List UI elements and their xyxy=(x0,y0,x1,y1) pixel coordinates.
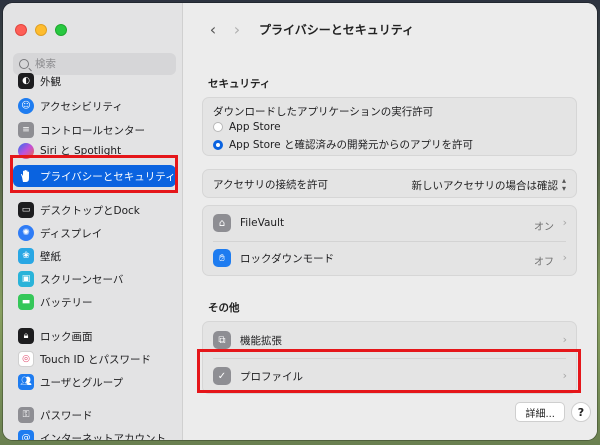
chevron-right-icon: › xyxy=(562,216,567,229)
sidebar-item-label: 外観 xyxy=(40,75,61,88)
sidebar-item-label: コントロールセンター xyxy=(40,124,145,137)
sidebar-item-accessibility[interactable]: ☺ アクセシビリティ xyxy=(13,95,176,117)
other-heading: その他 xyxy=(208,302,240,314)
sidebar-item-appearance[interactable]: ◐ 外観 xyxy=(13,70,176,92)
filevault-row[interactable]: ⌂ FileVault xyxy=(203,214,576,232)
back-button[interactable]: ‹ xyxy=(201,20,225,39)
sidebar: ◐ 外観 ☺ アクセシビリティ ≡ コントロールセンター Siri と Spot… xyxy=(3,3,183,440)
window-controls xyxy=(15,24,67,36)
divider xyxy=(213,358,566,359)
sidebar-item-internet-accounts[interactable]: @ インターネットアカウント xyxy=(13,427,176,440)
filevault-status: オン xyxy=(534,222,554,233)
security-heading: セキュリティ xyxy=(208,78,271,90)
sidebar-item-label: Touch ID とパスワード xyxy=(40,353,151,366)
sidebar-item-wallpaper[interactable]: ❀ 壁紙 xyxy=(13,245,176,267)
lockdown-status: オフ xyxy=(534,257,554,268)
display-icon: ✺ xyxy=(18,225,34,241)
battery-icon: ▬ xyxy=(18,294,34,310)
page-title: プライバシーとセキュリティ xyxy=(259,22,415,37)
search-icon xyxy=(19,59,29,69)
accessory-popup[interactable]: 新しいアクセサリの場合は確認 ▴ ▾ xyxy=(412,177,567,193)
sidebar-item-screensaver[interactable]: ▣ スクリーンセーバ xyxy=(13,268,176,290)
chevron-right-icon: › xyxy=(562,369,567,382)
lockdown-row[interactable]: ✋︎ ロックダウンモード xyxy=(203,249,576,267)
filevault-icon: ⌂ xyxy=(213,214,231,232)
sidebar-item-label: ディスプレイ xyxy=(40,227,103,240)
sidebar-item-control-center[interactable]: ≡ コントロールセンター xyxy=(13,119,176,141)
radio-label: App Store xyxy=(229,121,281,133)
privacy-hand-icon xyxy=(18,168,34,184)
main-pane: ‹ › プライバシーとセキュリティ セキュリティ ダウンロードしたアプリケーショ… xyxy=(183,3,597,440)
sidebar-item-label: インターネットアカウント xyxy=(40,432,166,441)
users-icon: 👥︎ xyxy=(18,374,34,390)
sidebar-item-desktop-dock[interactable]: ▭ デスクトップとDock xyxy=(13,199,176,221)
siri-icon xyxy=(18,143,34,159)
chevron-right-icon: › xyxy=(562,251,567,264)
filevault-lockdown-group: ⌂ FileVault オン › ✋︎ ロックダウンモード オフ › xyxy=(202,205,577,276)
accessory-group: アクセサリの接続を許可 新しいアクセサリの場合は確認 ▴ ▾ xyxy=(202,169,577,198)
lockdown-label: ロックダウンモード xyxy=(240,252,335,265)
profiles-checkmark-icon: ✓ xyxy=(213,367,231,385)
chevron-right-icon: › xyxy=(562,333,567,346)
minimize-window-button[interactable] xyxy=(35,24,47,36)
forward-button[interactable]: › xyxy=(225,20,249,39)
sidebar-item-lock-screen[interactable]: 🔒︎ ロック画面 xyxy=(13,325,176,347)
filevault-label: FileVault xyxy=(240,217,285,229)
sidebar-item-privacy-security[interactable]: プライバシーとセキュリティ xyxy=(13,165,176,187)
help-button[interactable]: ? xyxy=(571,402,591,422)
sidebar-item-displays[interactable]: ✺ ディスプレイ xyxy=(13,222,176,244)
sidebar-item-label: バッテリー xyxy=(40,296,93,309)
sidebar-item-touch-id[interactable]: ◎ Touch ID とパスワード xyxy=(13,348,176,370)
control-center-icon: ≡ xyxy=(18,122,34,138)
details-button[interactable]: 詳細... xyxy=(515,402,565,422)
sidebar-item-label: 壁紙 xyxy=(40,250,61,263)
profiles-row[interactable]: ✓ プロファイル xyxy=(203,367,576,385)
close-window-button[interactable] xyxy=(15,24,27,36)
desktop-dock-icon: ▭ xyxy=(18,202,34,218)
sidebar-item-label: スクリーンセーバ xyxy=(40,273,124,286)
sidebar-item-users-groups[interactable]: 👥︎ ユーザとグループ xyxy=(13,371,176,393)
sidebar-item-label: プライバシーとセキュリティ xyxy=(40,170,176,183)
sidebar-item-label: Siri と Spotlight xyxy=(40,145,122,157)
extensions-label: 機能拡張 xyxy=(240,334,282,347)
sidebar-item-label: ユーザとグループ xyxy=(40,376,124,389)
download-permission-label: ダウンロードしたアプリケーションの実行許可 xyxy=(213,106,434,118)
extensions-icon: ⧉ xyxy=(213,331,231,349)
key-icon: ⚿ xyxy=(18,407,34,423)
updown-chevron-icon: ▴ ▾ xyxy=(561,176,566,193)
profiles-label: プロファイル xyxy=(240,370,303,383)
radio-app-store[interactable]: App Store xyxy=(213,121,281,133)
radio-button[interactable] xyxy=(213,122,223,132)
radio-label: App Store と確認済みの開発元からのアプリを許可 xyxy=(229,139,473,151)
search-input[interactable] xyxy=(35,58,165,70)
sidebar-item-battery[interactable]: ▬ バッテリー xyxy=(13,291,176,313)
sidebar-item-label: アクセシビリティ xyxy=(40,100,123,113)
extensions-row[interactable]: ⧉ 機能拡張 xyxy=(203,331,576,349)
settings-window: ◐ 外観 ☺ アクセシビリティ ≡ コントロールセンター Siri と Spot… xyxy=(3,3,597,440)
radio-app-store-developers[interactable]: App Store と確認済みの開発元からのアプリを許可 xyxy=(213,137,473,152)
download-permission-group: ダウンロードしたアプリケーションの実行許可 App Store App Stor… xyxy=(202,97,577,156)
touch-id-icon: ◎ xyxy=(18,351,34,367)
appearance-icon: ◐ xyxy=(18,73,34,89)
lock-screen-icon: 🔒︎ xyxy=(18,328,34,344)
divider xyxy=(213,241,566,242)
other-group: ⧉ 機能拡張 › ✓ プロファイル › xyxy=(202,321,577,394)
lockdown-hand-icon: ✋︎ xyxy=(213,249,231,267)
sidebar-item-label: ロック画面 xyxy=(40,330,93,343)
accessory-popup-value: 新しいアクセサリの場合は確認 xyxy=(411,179,558,192)
sidebar-item-passwords[interactable]: ⚿ パスワード xyxy=(13,404,176,426)
radio-button-selected[interactable] xyxy=(213,139,223,150)
internet-accounts-icon: @ xyxy=(18,430,34,440)
sidebar-item-label: パスワード xyxy=(40,409,93,422)
toolbar: ‹ › プライバシーとセキュリティ xyxy=(183,3,597,55)
sidebar-item-siri-spotlight[interactable]: Siri と Spotlight xyxy=(13,143,176,159)
sidebar-item-label: デスクトップとDock xyxy=(40,204,140,217)
zoom-window-button[interactable] xyxy=(55,24,67,36)
accessibility-icon: ☺ xyxy=(18,98,34,114)
screensaver-icon: ▣ xyxy=(18,271,34,287)
wallpaper-icon: ❀ xyxy=(18,248,34,264)
